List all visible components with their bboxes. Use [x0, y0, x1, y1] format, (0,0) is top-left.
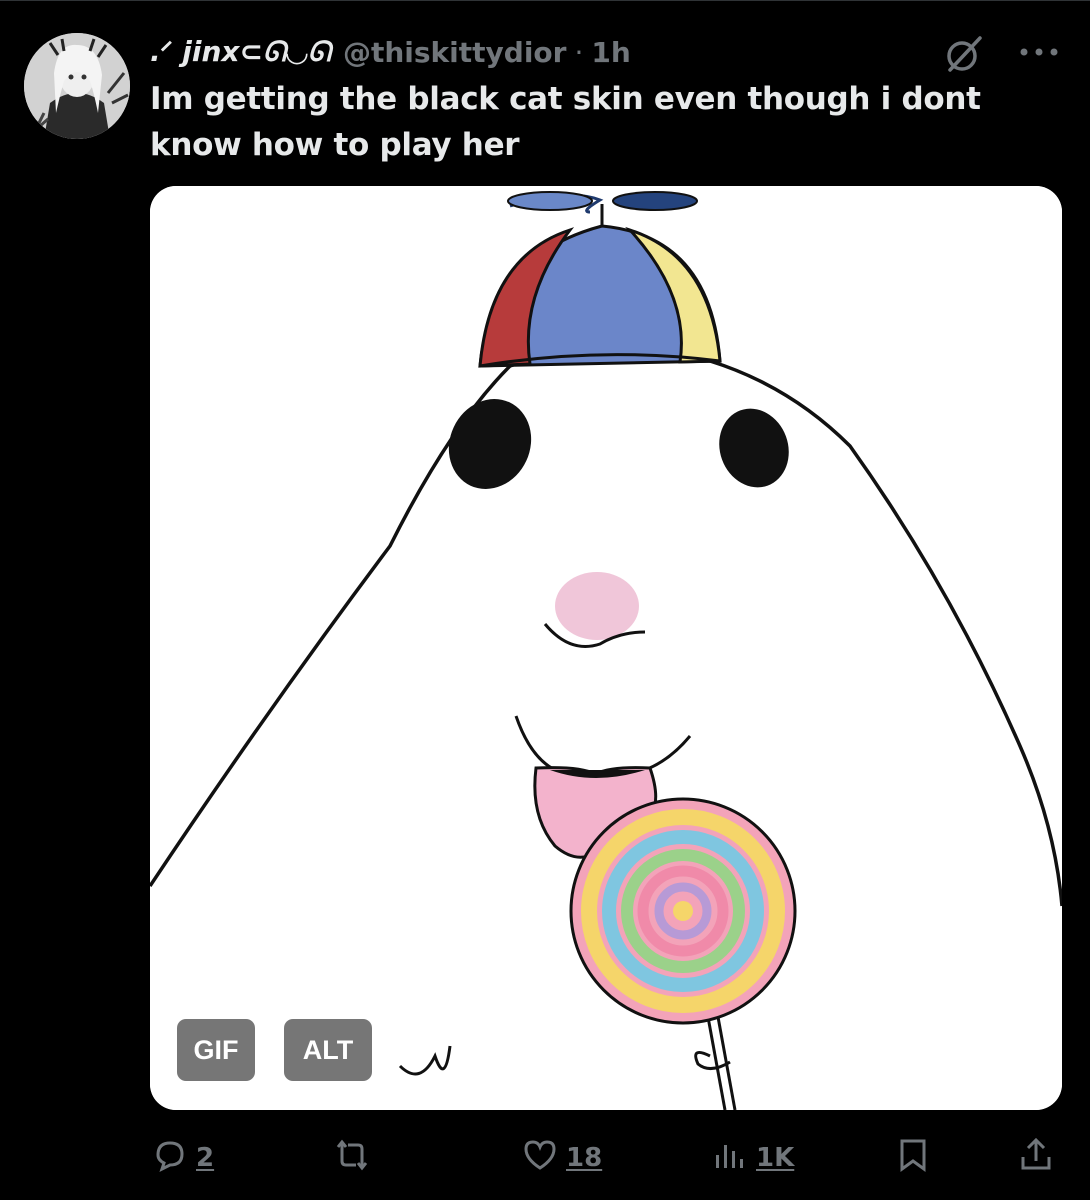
like-button[interactable]: 18: [520, 1130, 602, 1186]
tweet-timestamp[interactable]: 1h: [591, 36, 630, 69]
tweet-text: Im getting the black cat skin even thoug…: [150, 81, 981, 163]
reply-button[interactable]: 2: [150, 1130, 214, 1186]
gif-badge: GIF: [177, 1019, 255, 1081]
tweet-header: .ᐟ jinx⊂ᘏ◡ᘏ @thiskittydior · 1h: [150, 30, 631, 74]
user-handle[interactable]: @thiskittydior: [343, 36, 567, 69]
repost-icon: [330, 1135, 374, 1182]
grok-slash-circle-icon[interactable]: [942, 32, 986, 76]
tweet-action-bar: 2 18 1K: [0, 1130, 1090, 1186]
bar-chart-icon: [710, 1135, 750, 1182]
avatar[interactable]: [24, 33, 130, 139]
more-horizontal-icon[interactable]: [1014, 32, 1064, 72]
share-upload-icon: [1016, 1135, 1056, 1182]
repost-button[interactable]: [330, 1130, 374, 1186]
tweet-media-gif[interactable]: GIF ALT: [150, 186, 1062, 1110]
display-name[interactable]: .ᐟ jinx⊂ᘏ◡ᘏ: [150, 35, 331, 69]
heart-icon: [520, 1135, 560, 1182]
views-count: 1K: [756, 1143, 795, 1173]
bookmark-icon: [893, 1135, 933, 1182]
alt-text-button[interactable]: ALT: [284, 1019, 372, 1081]
reply-count: 2: [196, 1143, 215, 1173]
views-button[interactable]: 1K: [710, 1130, 794, 1186]
bookmark-button[interactable]: [893, 1130, 933, 1186]
share-button[interactable]: [1016, 1130, 1056, 1186]
top-divider: [0, 0, 1090, 1]
header-separator: ·: [574, 35, 584, 69]
reply-bubble-icon: [150, 1135, 190, 1182]
hamster-illustration: [150, 186, 1062, 1110]
like-count: 18: [566, 1143, 603, 1173]
